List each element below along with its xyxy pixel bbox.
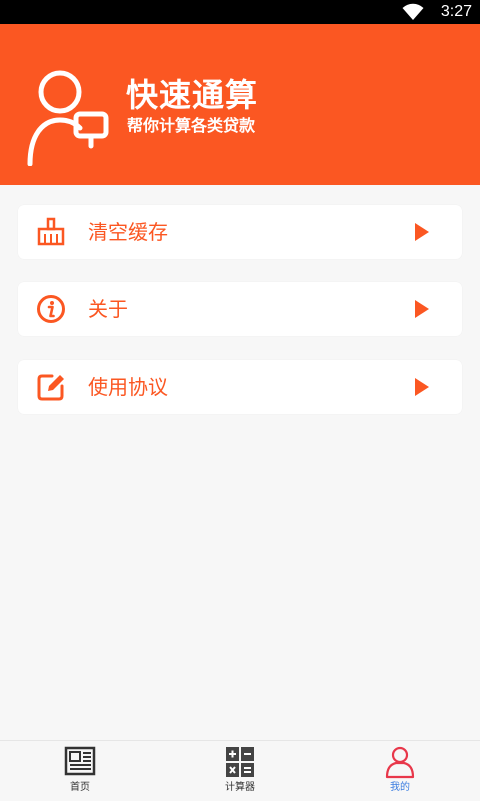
menu-item-about[interactable]: 关于 — [18, 282, 462, 336]
tab-label: 我的 — [390, 782, 410, 793]
edit-icon — [37, 374, 64, 401]
tab-home[interactable]: 首页 — [40, 741, 120, 801]
menu-item-label: 关于 — [88, 297, 128, 321]
profile-header: 快速通算 帮你计算各类贷款 — [0, 24, 480, 185]
menu-item-terms[interactable]: 使用协议 — [18, 360, 462, 414]
status-bar: 3:27 — [0, 0, 480, 24]
tab-calculator[interactable]: 计算器 — [200, 741, 280, 801]
menu-item-clear-cache[interactable]: 清空缓存 — [18, 205, 462, 259]
menu-item-label: 清空缓存 — [88, 220, 168, 244]
app-title: 快速通算 — [126, 76, 259, 114]
user-avatar-icon — [27, 70, 109, 166]
menu-item-label: 使用协议 — [88, 375, 168, 399]
status-time: 3:27 — [440, 3, 472, 20]
tab-mine[interactable]: 我的 — [360, 741, 440, 801]
info-icon — [37, 295, 65, 323]
newspaper-icon — [64, 746, 96, 776]
arrow-right-icon — [415, 223, 429, 241]
user-icon — [385, 746, 415, 779]
wifi-icon — [402, 3, 424, 20]
calculator-icon — [226, 747, 254, 777]
tab-label: 计算器 — [225, 782, 255, 793]
arrow-right-icon — [415, 300, 429, 318]
tab-label: 首页 — [70, 782, 90, 793]
app-subtitle: 帮你计算各类贷款 — [127, 116, 256, 135]
broom-icon — [37, 217, 65, 246]
arrow-right-icon — [415, 378, 429, 396]
bottom-tab-bar: 首页 计算器 我的 — [0, 740, 480, 801]
